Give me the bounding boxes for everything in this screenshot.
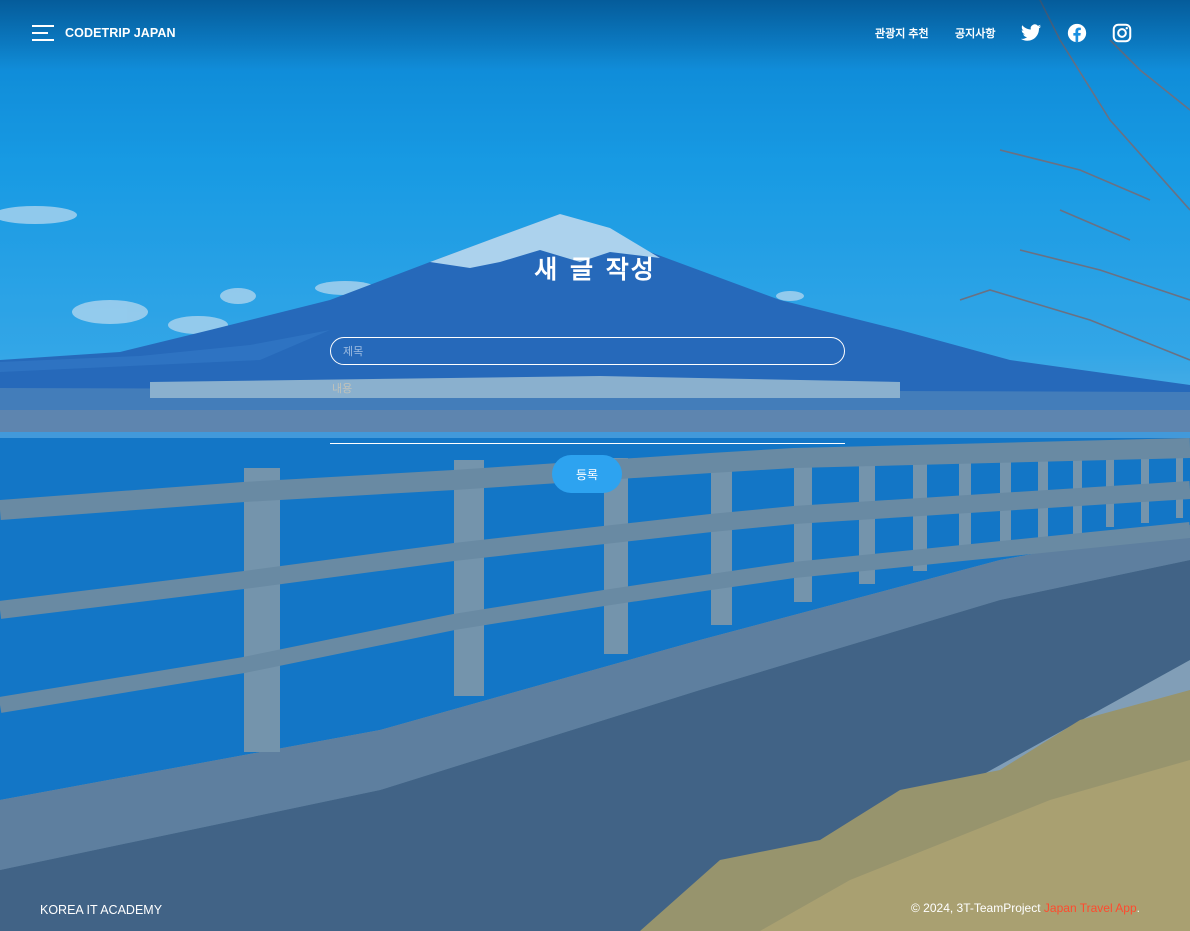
footer-academy: KOREA IT ACADEMY bbox=[40, 903, 163, 917]
instagram-icon[interactable] bbox=[1111, 22, 1133, 44]
twitter-icon[interactable] bbox=[1020, 22, 1042, 44]
app-name: Japan Travel App bbox=[1043, 901, 1137, 915]
page-title: 새 글 작성 bbox=[534, 255, 656, 284]
copyright-text: © 2024, 3T-TeamProject bbox=[911, 901, 1041, 915]
nav-link-recommended-spots[interactable]: 관광지 추천 bbox=[875, 25, 929, 41]
brand-name[interactable]: CODETRIP JAPAN bbox=[65, 26, 176, 40]
submit-button[interactable]: 등록 bbox=[552, 455, 622, 493]
hamburger-menu-icon[interactable] bbox=[32, 24, 54, 42]
content-textarea[interactable] bbox=[330, 376, 845, 444]
top-header: CODETRIP JAPAN 관광지 추천 공지사항 bbox=[0, 0, 1190, 66]
footer-period: . bbox=[1136, 901, 1140, 915]
footer-copyright: © 2024, 3T-TeamProject Japan Travel App. bbox=[911, 901, 1140, 915]
title-input[interactable] bbox=[330, 337, 845, 365]
nav-link-notices[interactable]: 공지사항 bbox=[955, 25, 995, 41]
facebook-icon[interactable] bbox=[1066, 22, 1088, 44]
